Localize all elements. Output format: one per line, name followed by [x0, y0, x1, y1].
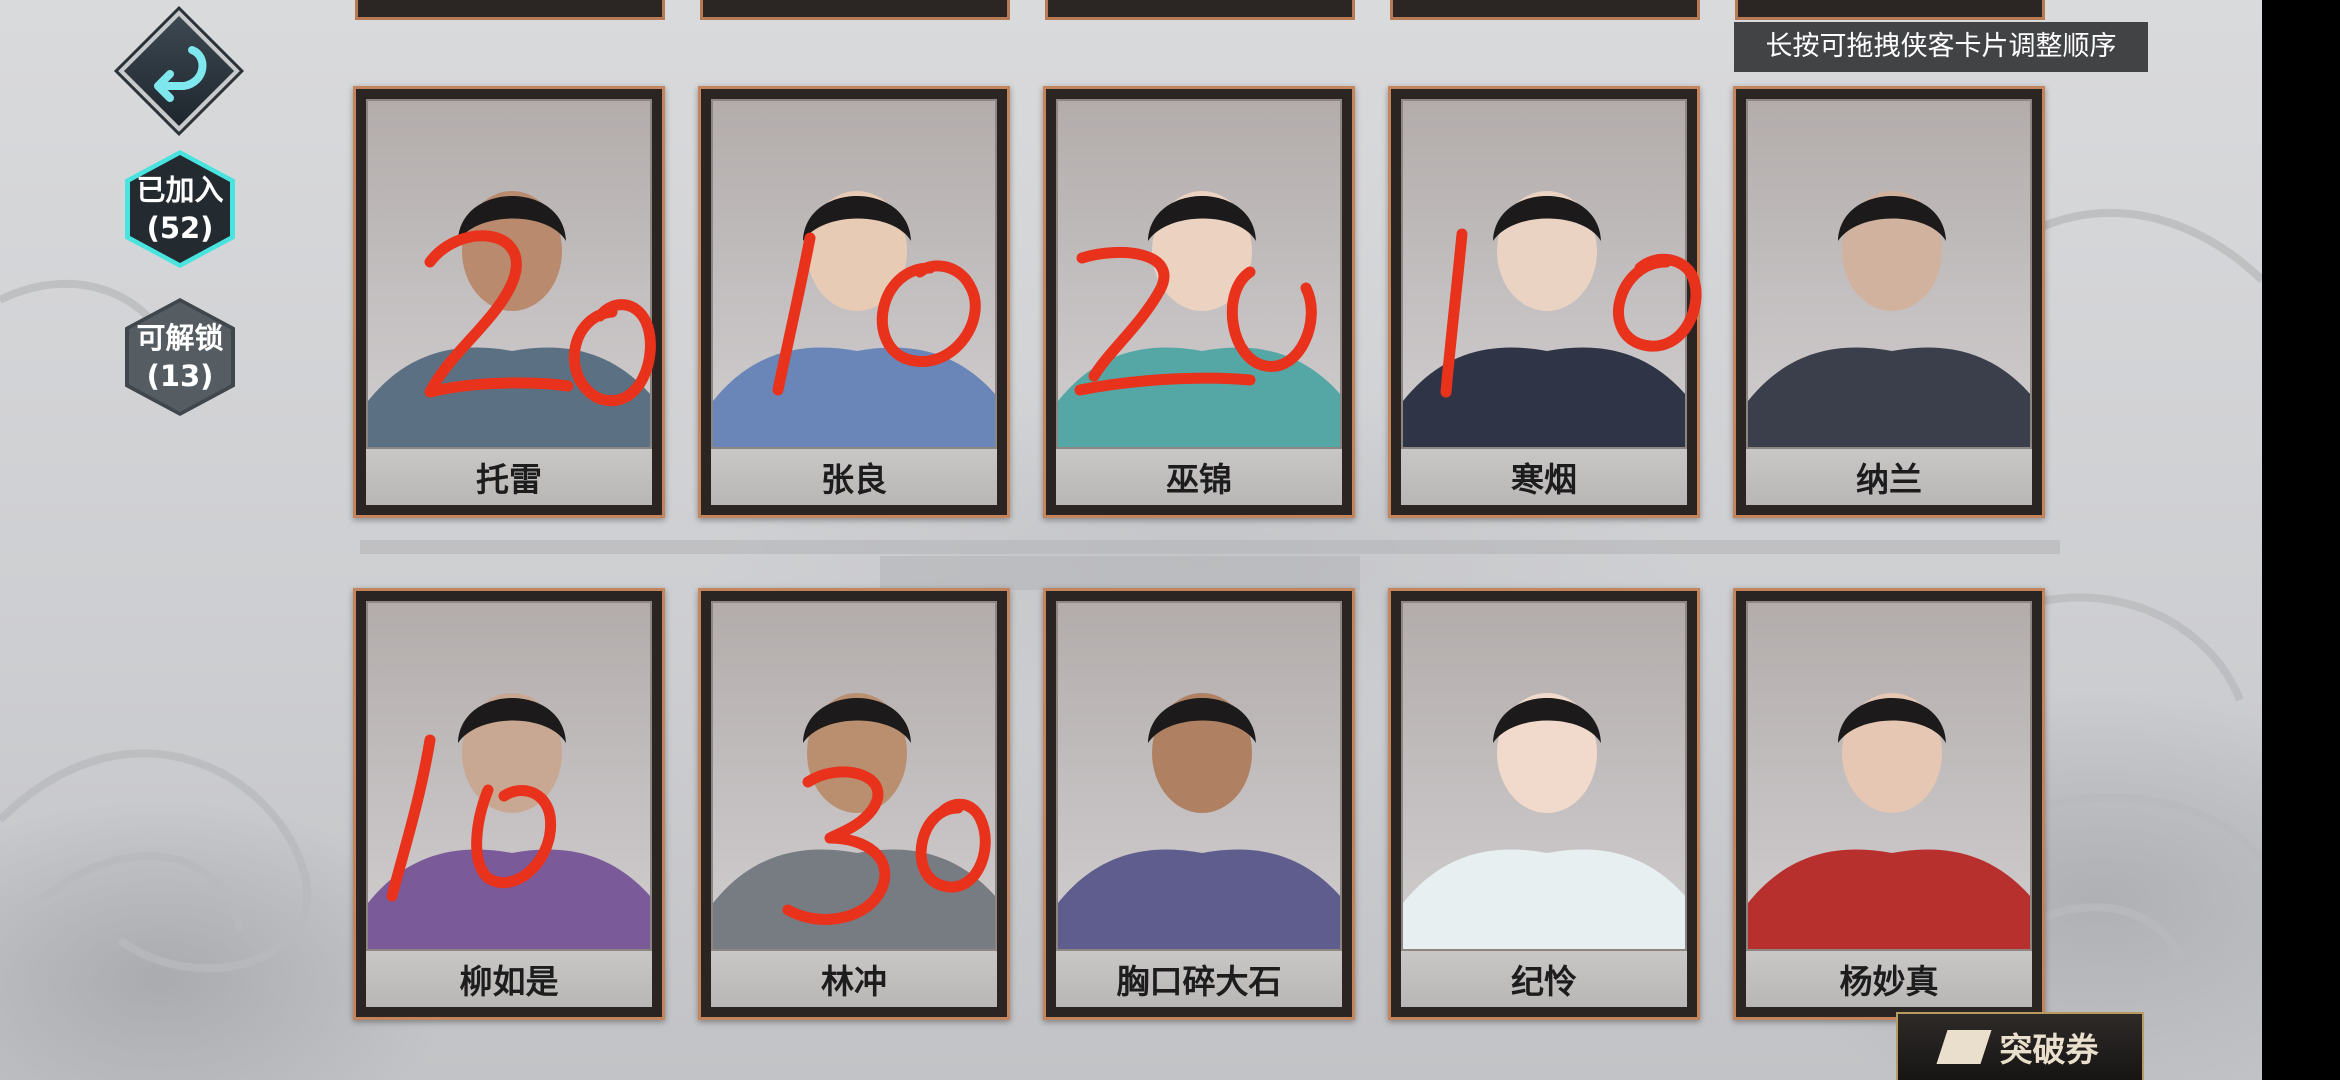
partial-card[interactable] — [1735, 0, 2045, 20]
ticket-icon — [1935, 1030, 1992, 1064]
hero-name: 林冲 — [711, 949, 997, 1007]
hero-portrait — [368, 693, 650, 953]
hero-portrait — [1058, 191, 1340, 451]
hero-card[interactable]: 杨妙真 — [1733, 588, 2045, 1020]
card-art-frame — [1056, 601, 1342, 1007]
hero-card[interactable]: 纪怜 — [1388, 588, 1700, 1020]
hero-card[interactable]: 胸口碎大石 — [1043, 588, 1355, 1020]
hero-card[interactable]: 张良 — [698, 86, 1010, 518]
hero-card[interactable]: 林冲 — [698, 588, 1010, 1020]
hero-portrait — [1403, 191, 1685, 451]
partial-card[interactable] — [700, 0, 1010, 20]
card-art-frame — [1401, 99, 1687, 505]
hero-card[interactable]: 寒烟 — [1388, 86, 1700, 518]
partial-card[interactable] — [355, 0, 665, 20]
back-button[interactable] — [118, 10, 240, 132]
breakthrough-ticket-button[interactable]: 突破券 — [1896, 1012, 2144, 1080]
card-art-frame — [1746, 99, 2032, 505]
tab-joined-label: 已加入 — [136, 173, 224, 207]
hero-portrait — [713, 191, 995, 451]
hero-name: 胸口碎大石 — [1056, 949, 1342, 1007]
card-art-frame — [366, 99, 652, 505]
hero-name: 寒烟 — [1401, 447, 1687, 505]
card-art-frame — [711, 99, 997, 505]
tab-unlockable-count: (13) — [146, 359, 214, 393]
card-art-frame — [366, 601, 652, 1007]
card-art-frame — [711, 601, 997, 1007]
hero-card[interactable]: 柳如是 — [353, 588, 665, 1020]
hero-name: 托雷 — [366, 447, 652, 505]
hero-name: 张良 — [711, 447, 997, 505]
tab-joined-count: (52) — [146, 211, 214, 245]
back-arrow-icon — [154, 46, 207, 102]
hero-portrait — [1748, 191, 2030, 451]
partial-card[interactable] — [1045, 0, 1355, 20]
hero-name: 纳兰 — [1746, 447, 2032, 505]
hero-portrait — [713, 693, 995, 953]
hero-portrait — [1748, 693, 2030, 953]
hero-name: 柳如是 — [366, 949, 652, 1007]
hero-card[interactable]: 纳兰 — [1733, 86, 2045, 518]
hero-name: 杨妙真 — [1746, 949, 2032, 1007]
hero-portrait — [1403, 693, 1685, 953]
screen-edge-bar — [2262, 0, 2340, 1080]
hero-name: 纪怜 — [1401, 949, 1687, 1007]
hero-card[interactable]: 巫锦 — [1043, 86, 1355, 518]
tab-unlockable-label: 可解锁 — [136, 321, 224, 355]
card-art-frame — [1056, 99, 1342, 505]
hero-portrait — [368, 191, 650, 451]
card-art-frame — [1746, 601, 2032, 1007]
drag-hint: 长按可拖拽侠客卡片调整顺序 — [1734, 22, 2148, 72]
card-art-frame — [1401, 601, 1687, 1007]
ticket-label: 突破券 — [1999, 1030, 2099, 1069]
hero-card[interactable]: 托雷 — [353, 86, 665, 518]
hero-name: 巫锦 — [1056, 447, 1342, 505]
hero-portrait — [1058, 693, 1340, 953]
partial-card[interactable] — [1390, 0, 1700, 20]
